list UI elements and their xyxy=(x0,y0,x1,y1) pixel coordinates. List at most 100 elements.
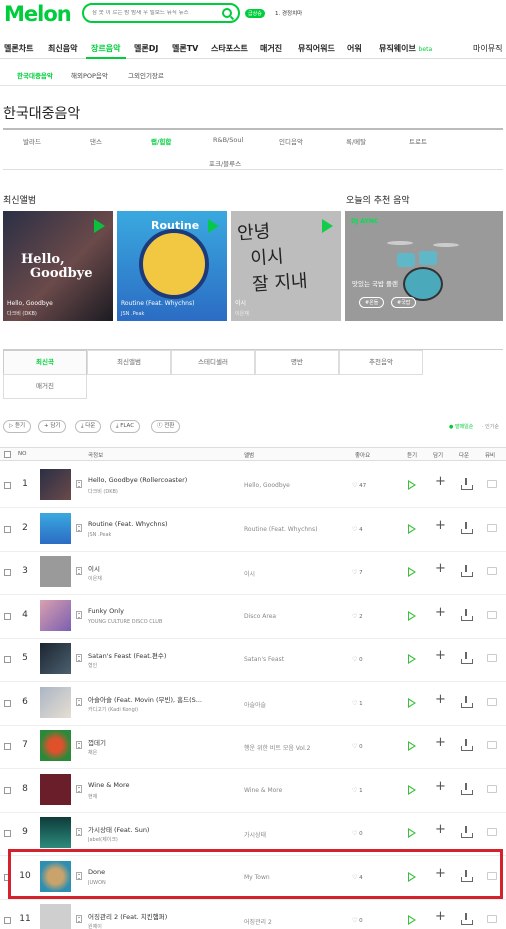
subnav-korean[interactable]: 한국대중음악 xyxy=(17,70,53,80)
plus-icon[interactable]: + xyxy=(435,649,446,663)
download-icon[interactable] xyxy=(461,652,473,664)
hot-keyword[interactable]: 1. 경정치마 xyxy=(275,9,302,17)
play-icon[interactable] xyxy=(408,610,416,621)
song-album[interactable]: 행운 위한 비트 모음 Vol.2 xyxy=(244,743,311,752)
row-checkbox[interactable] xyxy=(4,743,11,750)
new-album-card[interactable]: Routine Routine (Feat. Whychns) JSN .Pea… xyxy=(117,211,227,321)
song-artist[interactable]: 형인 xyxy=(88,662,97,669)
plus-icon[interactable]: + xyxy=(435,736,446,750)
song-artist[interactable]: 다크비 (DKB) xyxy=(88,488,118,495)
play-icon[interactable] xyxy=(408,654,416,664)
mv-icon[interactable] xyxy=(487,567,497,575)
play-icon[interactable] xyxy=(408,523,416,534)
mv-icon[interactable] xyxy=(487,480,497,488)
download-icon[interactable] xyxy=(461,739,473,751)
play-icon[interactable] xyxy=(208,219,219,233)
genre-rnb[interactable]: R&B/Soul xyxy=(213,136,243,144)
song-title[interactable]: 이시 xyxy=(88,563,100,573)
like-button[interactable]: ♡ 7 xyxy=(352,569,363,576)
like-button[interactable]: ♡ 0 xyxy=(352,917,363,924)
tab-magazine[interactable]: 매거진 xyxy=(3,374,87,399)
new-album-card[interactable]: 안녕 이시 잘 지내 이시 이은재 xyxy=(231,211,341,321)
song-artist[interactable]: JSN .Peak xyxy=(88,532,111,538)
genre-folk[interactable]: 포크/블루스 xyxy=(209,158,241,168)
song-artist[interactable]: 이은재 xyxy=(88,575,102,582)
song-info-icon[interactable] xyxy=(76,610,82,619)
song-album[interactable]: Hello, Goodbye xyxy=(244,482,290,489)
play-icon[interactable] xyxy=(408,567,416,577)
tab-new-albums[interactable]: 최신앨범 xyxy=(87,350,171,375)
play-icon[interactable] xyxy=(408,784,416,795)
row-checkbox[interactable] xyxy=(4,656,11,663)
convert-button[interactable]: ⓣ 전환 xyxy=(151,420,181,433)
plus-icon[interactable]: + xyxy=(435,779,446,794)
nav-chart[interactable]: 멜론차트 xyxy=(4,43,33,54)
download-icon[interactable] xyxy=(461,521,473,534)
song-album[interactable]: Routine (Feat. Whychns) xyxy=(244,526,317,533)
tab-new-songs[interactable]: 최신곡 xyxy=(3,350,87,375)
nav-genre[interactable]: 장르음악 xyxy=(91,43,120,54)
sort-release[interactable]: ● 발매일순 xyxy=(449,423,473,430)
song-album[interactable]: 가시상태 xyxy=(244,830,266,839)
song-artist[interactable]: YOUNG CULTURE DISCO CLUB xyxy=(88,619,162,625)
song-title[interactable]: Satan's Feast (Feat.편수) xyxy=(88,650,166,660)
plus-icon[interactable]: + xyxy=(435,605,446,620)
song-info-icon[interactable] xyxy=(76,915,82,923)
plus-icon[interactable]: + xyxy=(435,692,446,707)
song-title[interactable]: Funky Only xyxy=(88,607,124,615)
select-all-checkbox[interactable] xyxy=(4,451,11,458)
song-album[interactable]: 어징관리 2 xyxy=(244,917,272,926)
row-checkbox[interactable] xyxy=(4,917,11,924)
song-info-icon[interactable] xyxy=(76,523,82,532)
song-artist[interactable]: 원예이 xyxy=(88,923,102,929)
song-artist[interactable]: 카디고기 (Kadi Kongi) xyxy=(88,706,138,713)
album-thumbnail[interactable] xyxy=(40,773,71,805)
nav-musicwave[interactable]: 뮤직웨이브 beta xyxy=(379,43,432,54)
like-button[interactable]: ♡ 0 xyxy=(352,743,363,750)
like-button[interactable]: ♡ 2 xyxy=(352,613,363,620)
search-box[interactable] xyxy=(82,3,240,23)
dj-tag[interactable]: #국밥 xyxy=(391,297,417,308)
mv-icon[interactable] xyxy=(487,784,497,793)
song-info-icon[interactable] xyxy=(76,828,82,836)
play-icon[interactable] xyxy=(408,741,416,751)
genre-hiphop[interactable]: 랩/힙합 xyxy=(151,136,171,146)
row-checkbox[interactable] xyxy=(4,830,11,837)
search-icon[interactable] xyxy=(222,8,232,18)
song-title[interactable]: 껍데기 xyxy=(88,737,106,747)
new-album-card[interactable]: Hello, Goodbye Hello, Goodbye 다크비 (DKB) xyxy=(3,211,113,321)
play-icon[interactable] xyxy=(408,697,416,708)
song-title[interactable]: 아슬아슬 (Feat. Movin (무빈), 홈드(S... xyxy=(88,694,202,704)
song-title[interactable]: 가시상태 (Feat. Sun) xyxy=(88,824,149,834)
like-button[interactable]: ♡ 4 xyxy=(352,526,363,533)
plus-icon[interactable]: + xyxy=(435,475,446,489)
nav-magazine[interactable]: 매거진 xyxy=(260,43,282,54)
song-album[interactable]: Disco Area xyxy=(244,613,276,620)
mv-icon[interactable] xyxy=(487,915,497,923)
plus-icon[interactable]: + xyxy=(435,518,446,533)
genre-indie[interactable]: 인디음악 xyxy=(279,136,303,146)
tab-recommend[interactable]: 추천음악 xyxy=(339,350,423,375)
sort-popular[interactable]: · 인기순 xyxy=(482,423,499,430)
song-artist[interactable]: 현재 xyxy=(88,793,97,800)
download-icon[interactable] xyxy=(461,826,473,838)
song-album[interactable]: Satan's Feast xyxy=(244,656,284,663)
album-thumbnail[interactable] xyxy=(40,643,71,674)
nav-dj[interactable]: 멜론DJ xyxy=(134,43,158,54)
play-icon[interactable] xyxy=(94,219,105,233)
play-icon[interactable] xyxy=(408,915,416,925)
row-checkbox[interactable] xyxy=(4,482,11,489)
mv-icon[interactable] xyxy=(487,654,497,662)
row-checkbox[interactable] xyxy=(4,699,11,707)
mv-icon[interactable] xyxy=(487,610,497,619)
song-album[interactable]: 아슬아슬 xyxy=(244,700,266,709)
genre-ballad[interactable]: 발라드 xyxy=(23,136,41,146)
album-thumbnail[interactable] xyxy=(40,817,71,848)
nav-award[interactable]: 어워 xyxy=(347,43,362,54)
row-checkbox[interactable] xyxy=(4,569,11,576)
album-thumbnail[interactable] xyxy=(40,556,71,587)
mv-icon[interactable] xyxy=(487,741,497,749)
melon-logo[interactable]: Melon xyxy=(4,2,72,26)
album-thumbnail[interactable] xyxy=(40,512,71,544)
album-thumbnail[interactable] xyxy=(40,599,71,631)
